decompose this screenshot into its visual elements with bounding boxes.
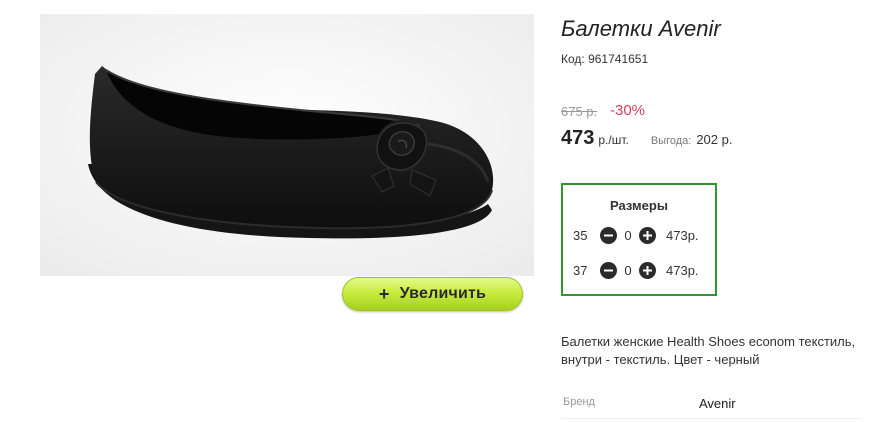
zoom-button[interactable]: + Увеличить	[342, 277, 523, 311]
size-row: 35 0 473р.	[573, 227, 699, 244]
benefit-value: 202 р.	[696, 132, 733, 147]
product-description: Балетки женские Health Shoes econom текс…	[561, 334, 856, 367]
product-title: Балетки Avenir	[561, 16, 721, 41]
size-value: 37	[573, 263, 588, 278]
sizes-title: Размеры	[610, 198, 668, 213]
size-price: 473р.	[666, 228, 699, 243]
size-value: 35	[573, 228, 588, 243]
plus-icon: +	[378, 283, 390, 304]
benefit-label: Выгода:	[650, 135, 692, 147]
brand-value: Avenir	[699, 396, 736, 411]
plus-circle-icon[interactable]	[639, 227, 656, 244]
shoe-photo-icon	[40, 14, 534, 276]
price-row: 473 р./шт. Выгода: 202 р.	[561, 127, 732, 150]
brand-label: Бренд	[563, 396, 595, 408]
size-price: 473р.	[666, 263, 699, 278]
current-price: 473	[561, 127, 595, 149]
price-unit: р./шт.	[598, 133, 629, 147]
minus-circle-icon[interactable]	[600, 227, 617, 244]
size-row: 37 0 473р.	[573, 262, 699, 279]
product-image[interactable]	[40, 14, 534, 276]
divider	[561, 418, 861, 419]
quantity-value: 0	[624, 263, 632, 278]
old-price: 675 р.	[561, 104, 598, 119]
product-code: Код: 961741651	[561, 52, 649, 66]
sizes-box: Размеры 35 0 473р. 37 0 473р.	[561, 183, 717, 296]
quantity-value: 0	[624, 228, 632, 243]
plus-circle-icon[interactable]	[639, 262, 656, 279]
zoom-button-label: Увеличить	[399, 285, 487, 302]
minus-circle-icon[interactable]	[600, 262, 617, 279]
discount-badge: -30%	[610, 102, 646, 119]
